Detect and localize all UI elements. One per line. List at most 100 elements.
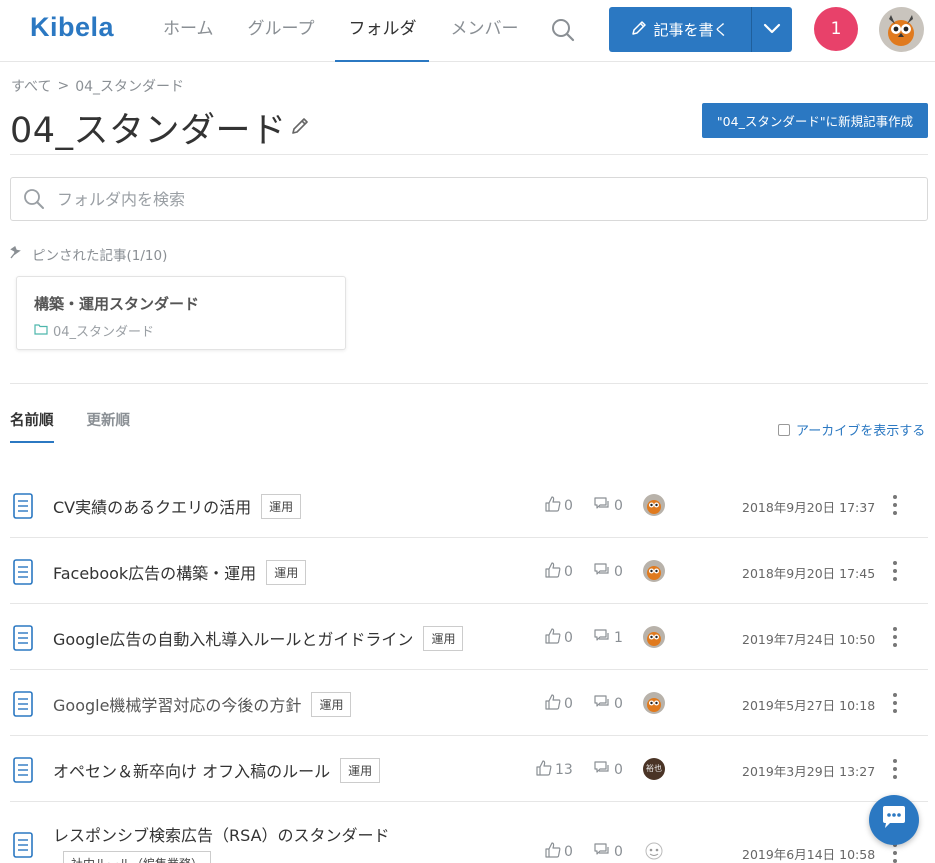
user-avatar[interactable] (879, 7, 924, 52)
article-title-text[interactable]: Facebook広告の構築・運用 (53, 564, 256, 583)
author-avatar[interactable] (643, 840, 665, 862)
thumbs-up-icon (545, 628, 561, 648)
article-row[interactable]: Google広告の自動入札導入ルールとガイドライン 運用 0 1 2019年7月2… (10, 604, 928, 670)
pinned-article-title[interactable]: 構築・運用スタンダード (34, 293, 199, 314)
comment-icon (594, 760, 610, 780)
edit-title-icon[interactable] (289, 115, 311, 137)
like-count[interactable]: 0 (545, 562, 573, 582)
pinned-section-label: ピンされた記事(1/10) (10, 244, 167, 264)
like-count[interactable]: 0 (545, 628, 573, 648)
write-dropdown-toggle[interactable] (752, 7, 792, 52)
article-tag[interactable]: 運用 (340, 758, 381, 783)
pinned-article-card[interactable]: 構築・運用スタンダード 04_スタンダード (16, 276, 346, 350)
show-archive-toggle[interactable]: アーカイブを表示する (778, 420, 925, 439)
like-count[interactable]: 0 (545, 496, 573, 516)
author-avatar[interactable] (643, 494, 665, 516)
like-count-value: 0 (564, 564, 573, 580)
like-count-value: 0 (564, 630, 573, 646)
comment-count[interactable]: 1 (594, 628, 623, 648)
more-options-icon[interactable] (890, 494, 900, 516)
article-tag[interactable]: 運用 (423, 626, 464, 651)
article-row[interactable]: Google機械学習対応の今後の方針 運用 0 0 2019年5月27日 10:1… (10, 670, 928, 736)
author-avatar[interactable]: 裕也 (643, 758, 665, 780)
article-row[interactable]: オペセン＆新卒向け オフ入稿のルール 運用 13 0 裕也 2019年3月29日 … (10, 736, 928, 802)
article-title[interactable]: Facebook広告の構築・運用 運用 (53, 560, 307, 585)
article-title-text[interactable]: Google広告の自動入札導入ルールとガイドライン (53, 630, 413, 649)
comment-count-value: 0 (614, 844, 623, 860)
article-title[interactable]: Google広告の自動入札導入ルールとガイドライン 運用 (53, 626, 464, 651)
article-tag[interactable]: 運用 (261, 494, 302, 519)
thumbs-up-icon (536, 760, 552, 780)
kibela-logo[interactable]: Kibela (30, 12, 114, 43)
author-avatar[interactable] (643, 626, 665, 648)
notification-badge[interactable]: 1 (814, 7, 858, 51)
article-tag[interactable]: 運用 (311, 692, 352, 717)
more-options-icon[interactable] (890, 758, 900, 780)
write-article-button[interactable]: 記事を書く (609, 7, 792, 52)
divider (10, 383, 928, 384)
more-options-icon[interactable] (890, 692, 900, 714)
breadcrumb-root[interactable]: すべて (11, 76, 51, 96)
article-title[interactable]: CV実績のあるクエリの活用 運用 (53, 494, 302, 519)
article-date: 2019年5月27日 10:18 (742, 698, 876, 713)
comment-count[interactable]: 0 (594, 496, 623, 516)
article-row[interactable]: レスポンシブ検索広告（RSA）のスタンダード 社内ルール（編集業務） 0 0 2… (10, 802, 928, 863)
search-icon[interactable] (550, 17, 576, 43)
author-avatar[interactable] (643, 692, 665, 714)
nav-home[interactable]: ホーム (150, 0, 227, 62)
breadcrumb: すべて > 04_スタンダード (11, 76, 184, 96)
article-title-text[interactable]: CV実績のあるクエリの活用 (53, 498, 251, 517)
article-title-text[interactable]: オペセン＆新卒向け オフ入稿のルール (53, 762, 330, 781)
article-title[interactable]: オペセン＆新卒向け オフ入稿のルール 運用 (53, 758, 381, 783)
article-list: CV実績のあるクエリの活用 運用 0 0 2018年9月20日 17:37 Fac… (0, 472, 935, 863)
folder-search-input[interactable] (57, 179, 897, 219)
like-count[interactable]: 13 (536, 760, 573, 780)
tab-sort-name[interactable]: 名前順 (10, 409, 54, 443)
sort-tabs: 名前順 更新順 (10, 409, 130, 443)
document-icon (12, 832, 34, 858)
comment-count-value: 0 (614, 498, 623, 514)
article-title[interactable]: レスポンシブ検索広告（RSA）のスタンダード (53, 822, 390, 846)
article-row[interactable]: CV実績のあるクエリの活用 運用 0 0 2018年9月20日 17:37 (10, 472, 928, 538)
chat-support-button[interactable] (869, 795, 919, 845)
pinned-article-folder[interactable]: 04_スタンダード (34, 321, 154, 340)
write-article-main[interactable]: 記事を書く (609, 7, 752, 52)
comment-count-value: 0 (614, 564, 623, 580)
thumbs-up-icon (545, 496, 561, 516)
more-options-icon[interactable] (890, 842, 900, 863)
article-date: 2019年3月29日 13:27 (742, 764, 876, 779)
author-avatar[interactable] (643, 560, 665, 582)
article-title-text[interactable]: レスポンシブ検索広告（RSA）のスタンダード (53, 826, 390, 845)
article-title-text[interactable]: Google機械学習対応の今後の方針 (53, 696, 301, 715)
nav-groups[interactable]: グループ (235, 0, 328, 62)
article-tag[interactable]: 運用 (266, 560, 307, 585)
like-count[interactable]: 0 (545, 842, 573, 862)
comment-count[interactable]: 0 (594, 562, 623, 582)
more-options-icon[interactable] (890, 626, 900, 648)
comment-icon (594, 496, 610, 516)
article-title[interactable]: Google機械学習対応の今後の方針 運用 (53, 692, 352, 717)
article-row[interactable]: Facebook広告の構築・運用 運用 0 0 2018年9月20日 17:45 (10, 538, 928, 604)
comment-icon (594, 562, 610, 582)
article-date: 2018年9月20日 17:45 (742, 566, 876, 581)
archive-checkbox[interactable] (778, 423, 790, 436)
new-post-in-folder-button[interactable]: "04_スタンダード"に新規記事作成 (702, 103, 928, 138)
tab-sort-updated[interactable]: 更新順 (87, 409, 131, 443)
comment-count[interactable]: 0 (594, 760, 623, 780)
comment-count[interactable]: 0 (594, 694, 623, 714)
like-count-value: 0 (564, 696, 573, 712)
nav-folders[interactable]: フォルダ (335, 0, 430, 62)
article-tag[interactable]: 社内ルール（編集業務） (63, 851, 212, 863)
like-count[interactable]: 0 (545, 694, 573, 714)
folder-search-box[interactable] (10, 177, 928, 221)
pin-icon (10, 245, 24, 263)
nav-members[interactable]: メンバー (437, 0, 531, 62)
more-options-icon[interactable] (890, 560, 900, 582)
comment-count[interactable]: 0 (594, 842, 623, 862)
divider (10, 154, 928, 155)
comment-count-value: 0 (614, 696, 623, 712)
comment-icon (594, 694, 610, 714)
chevron-down-icon (763, 20, 781, 39)
breadcrumb-current[interactable]: 04_スタンダード (75, 76, 184, 96)
archive-label[interactable]: アーカイブを表示する (796, 420, 925, 439)
